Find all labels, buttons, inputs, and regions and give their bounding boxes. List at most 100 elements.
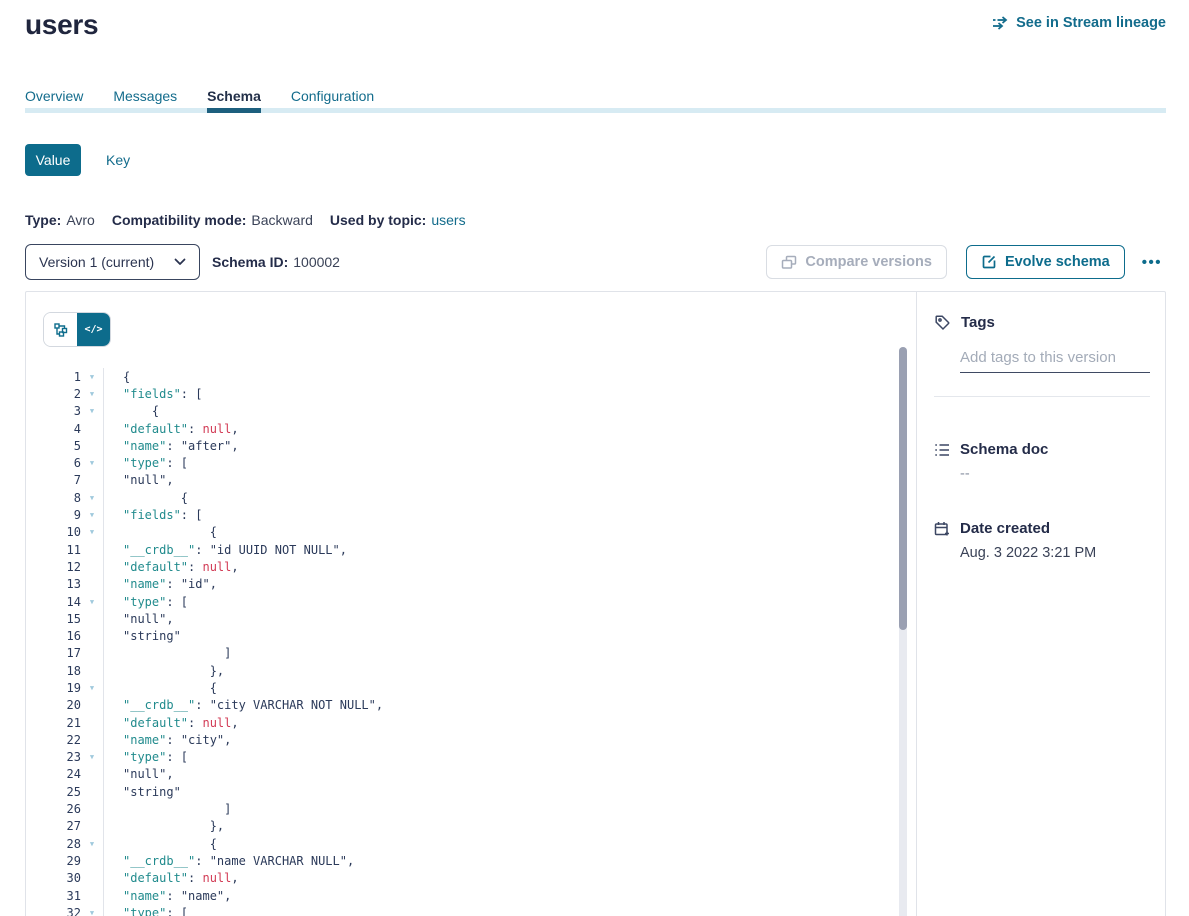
view-toggle: </>	[43, 312, 111, 347]
code-text: },	[103, 662, 916, 679]
code-text: "type": [	[103, 749, 916, 766]
code-text: "name": "after",	[103, 437, 916, 454]
line-number: 12	[43, 560, 81, 574]
date-created-value: Aug. 3 2022 3:21 PM	[960, 545, 1150, 561]
version-select[interactable]: Version 1 (current)	[25, 244, 200, 280]
fold-toggle-icon[interactable]: ▼	[81, 909, 103, 916]
fold-toggle-icon[interactable]: ▼	[81, 598, 103, 606]
tab-schema[interactable]: Schema	[207, 88, 261, 113]
schema-id-value: 100002	[293, 254, 340, 270]
fold-toggle-icon[interactable]: ▼	[81, 511, 103, 519]
schema-doc-heading: Schema doc	[934, 441, 1150, 458]
line-number: 3	[43, 404, 81, 418]
code-line: 19▼ {	[43, 679, 916, 696]
editor-scrollbar-track[interactable]	[899, 347, 907, 916]
code-line: 6▼ "type": [	[43, 454, 916, 471]
meta-item: Type:Avro	[25, 210, 95, 230]
value-toggle-button[interactable]: Value	[25, 144, 81, 176]
line-number: 30	[43, 871, 81, 885]
line-number: 25	[43, 785, 81, 799]
code-view-button[interactable]: </>	[77, 313, 110, 346]
fold-toggle-icon[interactable]: ▼	[81, 390, 103, 398]
code-text: "name": "name",	[103, 887, 916, 904]
code-text: ]	[103, 645, 916, 662]
meta-item: Used by topic: users	[330, 210, 466, 230]
line-number: 28	[43, 837, 81, 851]
line-number: 1	[43, 370, 81, 384]
page-header: users See in Stream lineage	[25, 8, 1166, 42]
code-line: 28▼ {	[43, 835, 916, 852]
code-line: 14▼ "type": [	[43, 593, 916, 610]
code-text: "name": "id",	[103, 576, 916, 593]
tab-configuration[interactable]: Configuration	[291, 88, 374, 113]
meta-item: Compatibility mode:Backward	[112, 210, 313, 230]
code-line: 4 "default": null,	[43, 420, 916, 437]
line-number: 6	[43, 456, 81, 470]
code-text: "type": [	[103, 904, 916, 916]
code-text: {	[103, 489, 916, 506]
page: users See in Stream lineage Overview Mess…	[25, 0, 1166, 916]
code-view-icon: </>	[84, 324, 102, 335]
line-number: 31	[43, 889, 81, 903]
code-line: 17 ]	[43, 645, 916, 662]
code-text: {	[103, 368, 916, 385]
line-number: 23	[43, 750, 81, 764]
line-number: 4	[43, 422, 81, 436]
line-number: 19	[43, 681, 81, 695]
key-toggle-button[interactable]: Key	[106, 152, 130, 168]
meta-value: Avro	[66, 212, 95, 228]
line-number: 7	[43, 473, 81, 487]
fold-toggle-icon[interactable]: ▼	[81, 684, 103, 692]
code-line: 11 "__crdb__": "id UUID NOT NULL",	[43, 541, 916, 558]
evolve-schema-icon	[981, 254, 997, 270]
code-line: 23▼ "type": [	[43, 749, 916, 766]
code-line: 9▼ "fields": [	[43, 506, 916, 523]
code-text: "default": null,	[103, 558, 916, 575]
meta-label: Used by topic:	[330, 212, 426, 228]
fold-toggle-icon[interactable]: ▼	[81, 840, 103, 848]
schema-editor: </> 1▼{2▼ "fields": [3▼ {4 "default": nu…	[26, 292, 916, 916]
fold-toggle-icon[interactable]: ▼	[81, 528, 103, 536]
code-line: 2▼ "fields": [	[43, 385, 916, 402]
code-text: "__crdb__": "name VARCHAR NULL",	[103, 852, 916, 869]
meta-value-link[interactable]: users	[431, 212, 465, 228]
code-text: "null",	[103, 610, 916, 627]
code-line: 21 "default": null,	[43, 714, 916, 731]
code-text: "string"	[103, 783, 916, 800]
line-number: 27	[43, 819, 81, 833]
tab-overview[interactable]: Overview	[25, 88, 83, 113]
line-number: 5	[43, 439, 81, 453]
code-line: 18 },	[43, 662, 916, 679]
value-key-toggle: Value Key	[25, 144, 1166, 176]
fold-toggle-icon[interactable]: ▼	[81, 459, 103, 467]
code-text: "default": null,	[103, 420, 916, 437]
fold-toggle-icon[interactable]: ▼	[81, 753, 103, 761]
more-actions-button[interactable]: •••	[1138, 254, 1166, 271]
compare-versions-icon	[781, 255, 797, 270]
code-text: "name": "city",	[103, 731, 916, 748]
fold-toggle-icon[interactable]: ▼	[81, 407, 103, 415]
date-created-title: Date created	[960, 520, 1050, 537]
evolve-schema-button[interactable]: Evolve schema	[966, 245, 1125, 279]
line-number: 24	[43, 767, 81, 781]
code-line: 32▼ "type": [	[43, 904, 916, 916]
line-number: 22	[43, 733, 81, 747]
code-text: "fields": [	[103, 506, 916, 523]
tab-messages[interactable]: Messages	[113, 88, 177, 113]
tree-view-button[interactable]	[44, 313, 77, 346]
calendar-plus-icon	[934, 521, 950, 537]
editor-scrollbar-thumb[interactable]	[899, 347, 907, 630]
line-number: 13	[43, 577, 81, 591]
fold-toggle-icon[interactable]: ▼	[81, 494, 103, 502]
code-line: 13 "name": "id",	[43, 576, 916, 593]
stream-lineage-label: See in Stream lineage	[1016, 15, 1166, 31]
version-select-value: Version 1 (current)	[39, 254, 154, 270]
tags-title: Tags	[961, 314, 995, 331]
code-line: 22 "name": "city",	[43, 731, 916, 748]
fold-toggle-icon[interactable]: ▼	[81, 373, 103, 381]
compare-versions-button[interactable]: Compare versions	[766, 245, 947, 279]
code-line: 5 "name": "after",	[43, 437, 916, 454]
add-tags-input[interactable]	[960, 349, 1150, 373]
stream-lineage-link[interactable]: See in Stream lineage	[992, 15, 1166, 31]
code-line: 16 "string"	[43, 627, 916, 644]
